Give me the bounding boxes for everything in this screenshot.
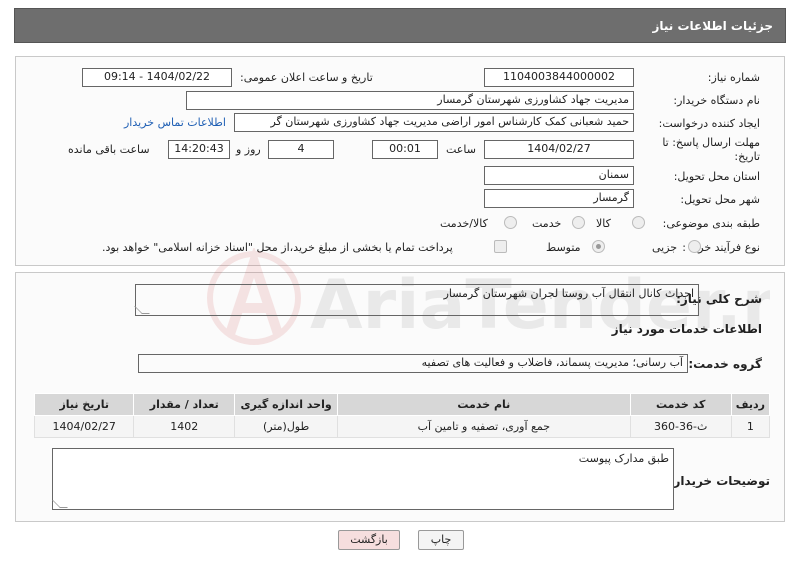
days-label: روز و: [236, 143, 261, 156]
cell-service-code: ث-36-360: [629, 415, 732, 438]
col-code-header: کد خدمت: [629, 393, 732, 416]
need-number-label: شماره نیاز:: [707, 71, 760, 84]
deadline-date-field: 1404/02/27: [484, 140, 634, 159]
province-field: سمنان: [484, 166, 634, 185]
cell-service-name: جمع آوری، تصفیه و تامین آب: [337, 415, 631, 438]
city-label: شهر محل تحویل:: [680, 193, 760, 206]
general-desc-textarea[interactable]: احداث کانال انتقال آب روستا لجران شهرستا…: [135, 284, 699, 316]
city-field: گرمسار: [484, 189, 634, 208]
col-date-header: تاریخ نیاز: [33, 393, 135, 416]
announce-datetime-label: تاریخ و ساعت اعلان عمومی:: [240, 71, 373, 84]
buyer-notes-label: توضیحات خریدار:: [668, 474, 770, 488]
print-button[interactable]: چاپ: [418, 530, 464, 550]
buyer-org-label: نام دستگاه خریدار:: [673, 94, 760, 107]
treasury-payment-note: پرداخت تمام یا بخشی از مبلغ خرید،از محل …: [102, 241, 453, 254]
buyer-contact-link[interactable]: اطلاعات تماس خریدار: [124, 116, 226, 129]
page-title: جزئیات اطلاعات نیاز: [652, 19, 773, 33]
category-goods-service-radio[interactable]: [504, 216, 517, 229]
cell-row-number: 1: [730, 415, 771, 438]
buyer-org-field: مدیریت جهاد کشاورزی شهرستان گرمسار: [186, 91, 634, 110]
time-remaining-label: ساعت باقی مانده: [68, 143, 150, 156]
category-goods-label: کالا: [596, 217, 611, 230]
time-remaining-field: 14:20:43: [168, 140, 230, 159]
service-group-label: گروه خدمت:: [688, 357, 762, 371]
col-row-header: ردیف: [730, 393, 771, 416]
need-number-field: 1104003844000002: [484, 68, 634, 87]
col-qty-header: تعداد / مقدار: [133, 393, 236, 416]
category-label: طبقه بندی موضوعی:: [662, 217, 760, 230]
purchase-minor-radio[interactable]: [688, 240, 701, 253]
requester-field: حمید شعبانی کمک کارشناس امور اراضی مدیری…: [234, 113, 634, 132]
deadline-time-label: ساعت: [446, 143, 476, 156]
services-section-title: اطلاعات خدمات مورد نیاز: [611, 322, 762, 336]
days-remaining-field: 4: [268, 140, 334, 159]
cell-unit: طول(متر): [234, 415, 339, 438]
category-service-label: خدمت: [532, 217, 562, 230]
table-header-row: ردیف کد خدمت نام خدمت واحد اندازه گیری ت…: [33, 393, 771, 416]
services-table: ردیف کد خدمت نام خدمت واحد اندازه گیری ت…: [33, 393, 771, 438]
cell-need-date: 1404/02/27: [33, 415, 135, 438]
purchase-minor-label: جزیی: [652, 241, 678, 254]
col-unit-header: واحد اندازه گیری: [234, 393, 339, 416]
requester-label: ایجاد کننده درخواست:: [658, 117, 760, 130]
category-goods-radio[interactable]: [632, 216, 645, 229]
page-header: جزئیات اطلاعات نیاز: [14, 8, 786, 43]
announce-datetime-field: 1404/02/22 - 09:14: [82, 68, 232, 87]
category-goods-service-label: کالا/خدمت: [440, 217, 488, 230]
table-row: 1 ث-36-360 جمع آوری، تصفیه و تامین آب طو…: [33, 415, 771, 438]
purchase-medium-radio[interactable]: [592, 240, 605, 253]
cell-quantity: 1402: [133, 415, 236, 438]
buyer-notes-textarea[interactable]: طبق مدارک پیوست: [52, 448, 674, 510]
province-label: استان محل تحویل:: [673, 170, 760, 183]
deadline-time-field: 00:01: [372, 140, 438, 159]
service-group-field: آب رسانی؛ مدیریت پسماند، فاضلاب و فعالیت…: [138, 354, 688, 373]
back-button[interactable]: بازگشت: [338, 530, 400, 550]
deadline-label: مهلت ارسال پاسخ: تا تاریخ:: [662, 136, 760, 163]
treasury-payment-checkbox[interactable]: [494, 240, 507, 253]
col-name-header: نام خدمت: [337, 393, 631, 416]
category-service-radio[interactable]: [572, 216, 585, 229]
purchase-medium-label: متوسط: [546, 241, 581, 254]
